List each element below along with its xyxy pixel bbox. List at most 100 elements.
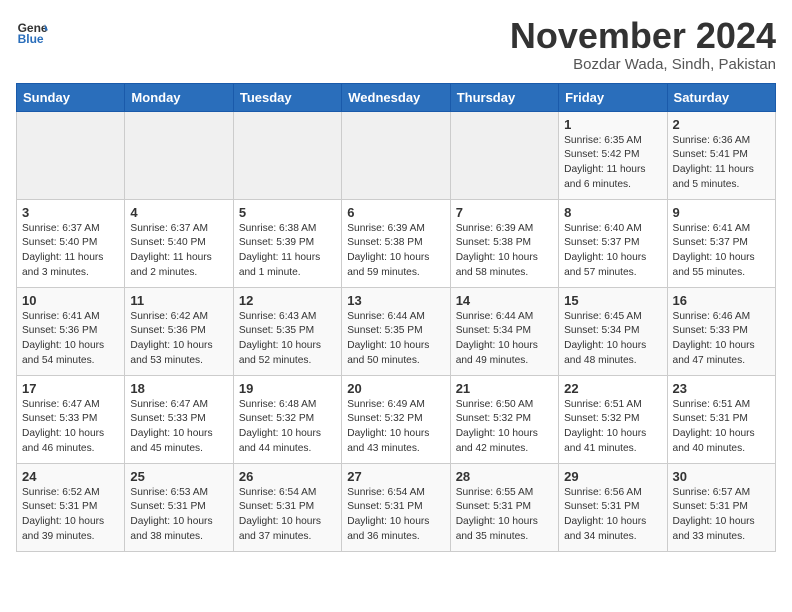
calendar-cell: 24 Sunrise: 6:52 AM Sunset: 5:31 PM Dayli… bbox=[17, 463, 125, 551]
day-header-sunday: Sunday bbox=[17, 83, 125, 111]
calendar-cell: 25 Sunrise: 6:53 AM Sunset: 5:31 PM Dayli… bbox=[125, 463, 233, 551]
day-number: 30 bbox=[673, 469, 770, 484]
calendar-table: SundayMondayTuesdayWednesdayThursdayFrid… bbox=[16, 83, 776, 552]
calendar-cell: 29 Sunrise: 6:56 AM Sunset: 5:31 PM Dayli… bbox=[559, 463, 667, 551]
calendar-cell bbox=[450, 111, 558, 199]
day-number: 3 bbox=[22, 205, 119, 220]
day-info: Sunrise: 6:42 AM Sunset: 5:36 PM Dayligh… bbox=[130, 310, 227, 369]
calendar-week-row: 24 Sunrise: 6:52 AM Sunset: 5:31 PM Dayli… bbox=[17, 463, 776, 551]
calendar-cell: 17Sunrise: 6:47 AM Sunset: 5:33 PM Dayli… bbox=[17, 375, 125, 463]
logo: General Blue bbox=[16, 16, 48, 48]
day-info: Sunrise: 6:37 AM Sunset: 5:40 PM Dayligh… bbox=[130, 222, 227, 281]
calendar-cell: 28 Sunrise: 6:55 AM Sunset: 5:31 PM Dayli… bbox=[450, 463, 558, 551]
day-info: Sunrise: 6:39 AM Sunset: 5:38 PM Dayligh… bbox=[456, 222, 553, 281]
day-number: 16 bbox=[673, 293, 770, 308]
calendar-cell: 23 Sunrise: 6:51 AM Sunset: 5:31 PM Dayli… bbox=[667, 375, 775, 463]
calendar-cell bbox=[233, 111, 341, 199]
day-info: Sunrise: 6:53 AM Sunset: 5:31 PM Dayligh… bbox=[130, 486, 227, 545]
day-number: 14 bbox=[456, 293, 553, 308]
day-number: 9 bbox=[673, 205, 770, 220]
calendar-cell: 21 Sunrise: 6:50 AM Sunset: 5:32 PM Dayli… bbox=[450, 375, 558, 463]
calendar-cell bbox=[125, 111, 233, 199]
calendar-cell: 20Sunrise: 6:49 AM Sunset: 5:32 PM Dayli… bbox=[342, 375, 450, 463]
calendar-cell: 9Sunrise: 6:41 AM Sunset: 5:37 PM Daylig… bbox=[667, 199, 775, 287]
day-number: 21 bbox=[456, 381, 553, 396]
day-number: 29 bbox=[564, 469, 661, 484]
day-number: 2 bbox=[673, 117, 770, 132]
day-header-wednesday: Wednesday bbox=[342, 83, 450, 111]
calendar-cell: 2 Sunrise: 6:36 AM Sunset: 5:41 PM Daylig… bbox=[667, 111, 775, 199]
calendar-cell bbox=[17, 111, 125, 199]
day-number: 25 bbox=[130, 469, 227, 484]
page-header: General Blue November 2024 Bozdar Wada, … bbox=[16, 16, 776, 73]
location-subtitle: Bozdar Wada, Sindh, Pakistan bbox=[510, 56, 776, 73]
day-info: Sunrise: 6:38 AM Sunset: 5:39 PM Dayligh… bbox=[239, 222, 336, 281]
day-info: Sunrise: 6:57 AM Sunset: 5:31 PM Dayligh… bbox=[673, 486, 770, 545]
day-number: 22 bbox=[564, 381, 661, 396]
calendar-cell: 22 Sunrise: 6:51 AM Sunset: 5:32 PM Dayli… bbox=[559, 375, 667, 463]
calendar-cell: 12Sunrise: 6:43 AM Sunset: 5:35 PM Dayli… bbox=[233, 287, 341, 375]
calendar-week-row: 3 Sunrise: 6:37 AM Sunset: 5:40 PM Daylig… bbox=[17, 199, 776, 287]
day-header-saturday: Saturday bbox=[667, 83, 775, 111]
day-header-tuesday: Tuesday bbox=[233, 83, 341, 111]
calendar-week-row: 10 Sunrise: 6:41 AM Sunset: 5:36 PM Dayli… bbox=[17, 287, 776, 375]
calendar-cell: 11 Sunrise: 6:42 AM Sunset: 5:36 PM Dayli… bbox=[125, 287, 233, 375]
title-block: November 2024 Bozdar Wada, Sindh, Pakist… bbox=[510, 16, 776, 73]
day-number: 26 bbox=[239, 469, 336, 484]
calendar-week-row: 17Sunrise: 6:47 AM Sunset: 5:33 PM Dayli… bbox=[17, 375, 776, 463]
day-info: Sunrise: 6:36 AM Sunset: 5:41 PM Dayligh… bbox=[673, 134, 770, 193]
calendar-cell: 19 Sunrise: 6:48 AM Sunset: 5:32 PM Dayli… bbox=[233, 375, 341, 463]
calendar-cell: 13 Sunrise: 6:44 AM Sunset: 5:35 PM Dayli… bbox=[342, 287, 450, 375]
day-info: Sunrise: 6:39 AM Sunset: 5:38 PM Dayligh… bbox=[347, 222, 444, 281]
day-number: 5 bbox=[239, 205, 336, 220]
day-info: Sunrise: 6:56 AM Sunset: 5:31 PM Dayligh… bbox=[564, 486, 661, 545]
calendar-cell: 1 Sunrise: 6:35 AM Sunset: 5:42 PM Daylig… bbox=[559, 111, 667, 199]
calendar-header-row: SundayMondayTuesdayWednesdayThursdayFrid… bbox=[17, 83, 776, 111]
day-info: Sunrise: 6:52 AM Sunset: 5:31 PM Dayligh… bbox=[22, 486, 119, 545]
svg-text:Blue: Blue bbox=[18, 32, 44, 46]
calendar-cell: 8 Sunrise: 6:40 AM Sunset: 5:37 PM Daylig… bbox=[559, 199, 667, 287]
day-info: Sunrise: 6:51 AM Sunset: 5:31 PM Dayligh… bbox=[673, 398, 770, 457]
day-info: Sunrise: 6:40 AM Sunset: 5:37 PM Dayligh… bbox=[564, 222, 661, 281]
day-number: 8 bbox=[564, 205, 661, 220]
calendar-cell: 16 Sunrise: 6:46 AM Sunset: 5:33 PM Dayli… bbox=[667, 287, 775, 375]
calendar-cell: 14Sunrise: 6:44 AM Sunset: 5:34 PM Dayli… bbox=[450, 287, 558, 375]
day-info: Sunrise: 6:44 AM Sunset: 5:35 PM Dayligh… bbox=[347, 310, 444, 369]
calendar-cell: 30 Sunrise: 6:57 AM Sunset: 5:31 PM Dayli… bbox=[667, 463, 775, 551]
day-number: 23 bbox=[673, 381, 770, 396]
day-info: Sunrise: 6:45 AM Sunset: 5:34 PM Dayligh… bbox=[564, 310, 661, 369]
logo-icon: General Blue bbox=[16, 16, 48, 48]
day-number: 7 bbox=[456, 205, 553, 220]
day-info: Sunrise: 6:46 AM Sunset: 5:33 PM Dayligh… bbox=[673, 310, 770, 369]
day-info: Sunrise: 6:54 AM Sunset: 5:31 PM Dayligh… bbox=[239, 486, 336, 545]
day-number: 11 bbox=[130, 293, 227, 308]
calendar-cell: 3 Sunrise: 6:37 AM Sunset: 5:40 PM Daylig… bbox=[17, 199, 125, 287]
calendar-cell: 10 Sunrise: 6:41 AM Sunset: 5:36 PM Dayli… bbox=[17, 287, 125, 375]
day-info: Sunrise: 6:55 AM Sunset: 5:31 PM Dayligh… bbox=[456, 486, 553, 545]
calendar-cell: 18Sunrise: 6:47 AM Sunset: 5:33 PM Dayli… bbox=[125, 375, 233, 463]
day-info: Sunrise: 6:47 AM Sunset: 5:33 PM Dayligh… bbox=[22, 398, 119, 457]
day-info: Sunrise: 6:35 AM Sunset: 5:42 PM Dayligh… bbox=[564, 134, 661, 193]
day-number: 24 bbox=[22, 469, 119, 484]
calendar-cell: 7 Sunrise: 6:39 AM Sunset: 5:38 PM Daylig… bbox=[450, 199, 558, 287]
day-number: 20 bbox=[347, 381, 444, 396]
day-info: Sunrise: 6:51 AM Sunset: 5:32 PM Dayligh… bbox=[564, 398, 661, 457]
day-number: 19 bbox=[239, 381, 336, 396]
day-number: 1 bbox=[564, 117, 661, 132]
day-number: 10 bbox=[22, 293, 119, 308]
calendar-week-row: 1 Sunrise: 6:35 AM Sunset: 5:42 PM Daylig… bbox=[17, 111, 776, 199]
day-info: Sunrise: 6:43 AM Sunset: 5:35 PM Dayligh… bbox=[239, 310, 336, 369]
day-header-thursday: Thursday bbox=[450, 83, 558, 111]
day-number: 6 bbox=[347, 205, 444, 220]
day-info: Sunrise: 6:50 AM Sunset: 5:32 PM Dayligh… bbox=[456, 398, 553, 457]
day-number: 27 bbox=[347, 469, 444, 484]
calendar-cell: 26 Sunrise: 6:54 AM Sunset: 5:31 PM Dayli… bbox=[233, 463, 341, 551]
day-info: Sunrise: 6:48 AM Sunset: 5:32 PM Dayligh… bbox=[239, 398, 336, 457]
month-title: November 2024 bbox=[510, 16, 776, 56]
day-number: 28 bbox=[456, 469, 553, 484]
day-header-friday: Friday bbox=[559, 83, 667, 111]
day-number: 13 bbox=[347, 293, 444, 308]
calendar-cell: 27Sunrise: 6:54 AM Sunset: 5:31 PM Dayli… bbox=[342, 463, 450, 551]
day-info: Sunrise: 6:37 AM Sunset: 5:40 PM Dayligh… bbox=[22, 222, 119, 281]
day-info: Sunrise: 6:41 AM Sunset: 5:36 PM Dayligh… bbox=[22, 310, 119, 369]
